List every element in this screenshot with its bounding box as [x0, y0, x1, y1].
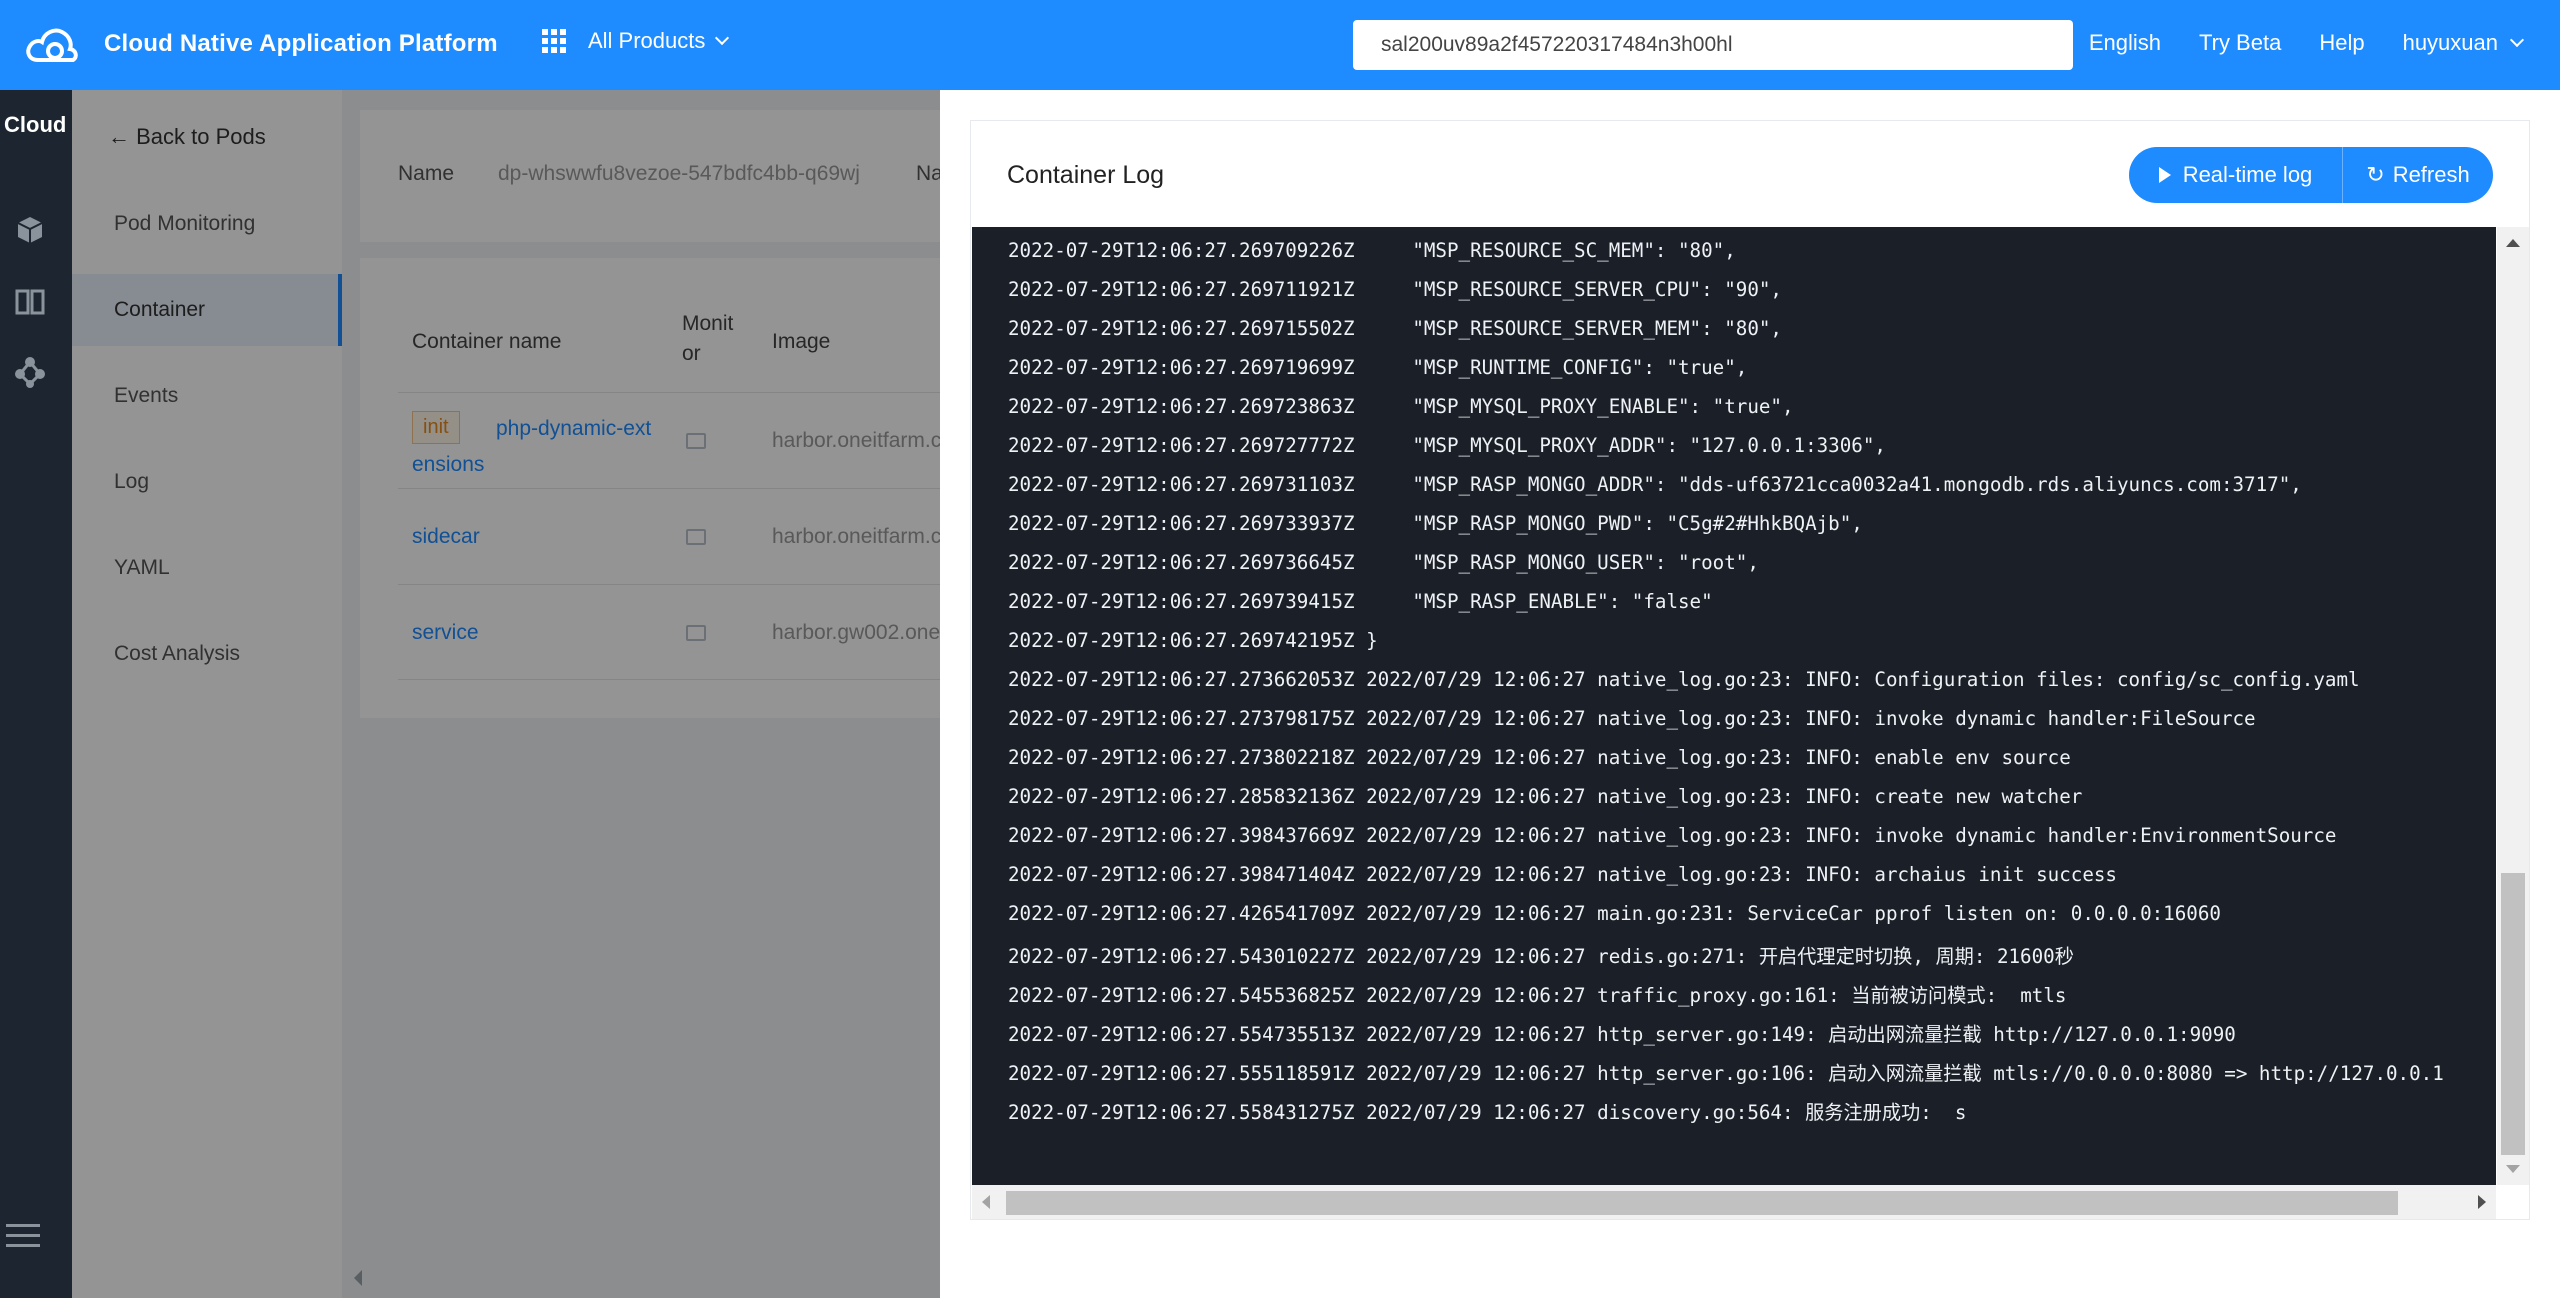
refresh-button[interactable]: ↻ Refresh: [2343, 147, 2493, 203]
log-line: 2022-07-29T12:06:27.273802218Z 2022/07/2…: [1008, 746, 2071, 769]
log-line: 2022-07-29T12:06:27.273662053Z 2022/07/2…: [1008, 668, 2360, 691]
vertical-scroll-thumb[interactable]: [2501, 873, 2525, 1155]
all-products-menu[interactable]: All Products: [542, 28, 730, 54]
grid-icon: [542, 29, 566, 53]
log-line: 2022-07-29T12:06:27.555118591Z 2022/07/2…: [1008, 1062, 2444, 1085]
book-icon[interactable]: [14, 286, 46, 318]
log-terminal[interactable]: 2022-07-29T12:06:27.269709226Z "MSP_RESO…: [972, 227, 2496, 1185]
log-card: Container Log Real-time log ↻ Refresh 20…: [970, 120, 2530, 1220]
user-menu[interactable]: huyuxuan: [2403, 30, 2498, 56]
network-icon[interactable]: [14, 356, 46, 388]
top-links: English Try Beta Help huyuxuan: [2051, 30, 2525, 56]
realtime-log-label: Real-time log: [2182, 162, 2313, 187]
horizontal-scroll-thumb[interactable]: [1006, 1191, 2398, 1215]
search-input[interactable]: sal200uv89a2f457220317484n3h00hl: [1353, 20, 2073, 70]
log-title: Container Log: [1007, 161, 1165, 189]
log-line: 2022-07-29T12:06:27.269727772Z "MSP_MYSQ…: [1008, 434, 1886, 457]
top-bar: Cloud Native Application Platform All Pr…: [0, 0, 2560, 90]
try-beta-link[interactable]: Try Beta: [2199, 30, 2281, 56]
refresh-icon: ↻: [2366, 162, 2385, 187]
vertical-scrollbar[interactable]: [2497, 227, 2529, 1185]
chevron-down-icon: [2509, 32, 2525, 48]
help-link[interactable]: Help: [2319, 30, 2364, 56]
log-line: 2022-07-29T12:06:27.269731103Z "MSP_RASP…: [1008, 473, 2302, 496]
scroll-down-arrow-icon[interactable]: [2506, 1165, 2520, 1173]
log-line: 2022-07-29T12:06:27.269733937Z "MSP_RASP…: [1008, 512, 1863, 535]
log-button-group: Real-time log ↻ Refresh: [2129, 147, 2493, 203]
log-line: 2022-07-29T12:06:27.269742195Z }: [1008, 629, 1378, 652]
horizontal-scrollbar[interactable]: [972, 1185, 2496, 1219]
log-line: 2022-07-29T12:06:27.426541709Z 2022/07/2…: [1008, 902, 2221, 925]
scroll-up-arrow-icon[interactable]: [2506, 239, 2520, 247]
chevron-down-icon: [715, 30, 730, 46]
modal-overlay[interactable]: [72, 90, 940, 1298]
log-line: 2022-07-29T12:06:27.554735513Z 2022/07/2…: [1008, 1023, 2236, 1046]
log-line: 2022-07-29T12:06:27.269723863Z "MSP_MYSQ…: [1008, 395, 1794, 418]
app-title[interactable]: Cloud Native Application Platform: [104, 30, 498, 58]
log-line: 2022-07-29T12:06:27.273798175Z 2022/07/2…: [1008, 707, 2256, 730]
play-icon: [2158, 167, 2171, 183]
log-line: 2022-07-29T12:06:27.545536825Z 2022/07/2…: [1008, 984, 2067, 1007]
log-line: 2022-07-29T12:06:27.269709226Z "MSP_RESO…: [1008, 239, 1736, 262]
log-line: 2022-07-29T12:06:27.269719699Z "MSP_RUNT…: [1008, 356, 1748, 379]
log-line: 2022-07-29T12:06:27.269736645Z "MSP_RASP…: [1008, 551, 1759, 574]
log-line: 2022-07-29T12:06:27.558431275Z 2022/07/2…: [1008, 1101, 1967, 1124]
log-line: 2022-07-29T12:06:27.285832136Z 2022/07/2…: [1008, 785, 2083, 808]
log-line: 2022-07-29T12:06:27.398471404Z 2022/07/2…: [1008, 863, 2117, 886]
container-log-drawer: Container Log Real-time log ↻ Refresh 20…: [940, 90, 2560, 1298]
menu-icon[interactable]: [6, 1224, 40, 1254]
log-line: 2022-07-29T12:06:27.269715502Z "MSP_RESO…: [1008, 317, 1782, 340]
all-products-label: All Products: [588, 28, 706, 53]
cloud-logo-icon[interactable]: [24, 24, 80, 66]
scroll-right-arrow-icon[interactable]: [2478, 1195, 2486, 1209]
cube-icon[interactable]: [14, 214, 46, 246]
log-line: 2022-07-29T12:06:27.543010227Z 2022/07/2…: [1008, 945, 2074, 968]
realtime-log-button[interactable]: Real-time log: [2129, 147, 2343, 203]
log-line: 2022-07-29T12:06:27.269711921Z "MSP_RESO…: [1008, 278, 1782, 301]
log-line: 2022-07-29T12:06:27.269739415Z "MSP_RASP…: [1008, 590, 1713, 613]
scroll-left-arrow-icon[interactable]: [982, 1195, 990, 1209]
rail-title: Cloud: [4, 112, 67, 137]
icon-rail: Cloud: [0, 90, 72, 1298]
language-link[interactable]: English: [2089, 30, 2161, 56]
refresh-label: Refresh: [2392, 162, 2470, 187]
log-line: 2022-07-29T12:06:27.398437669Z 2022/07/2…: [1008, 824, 2337, 847]
